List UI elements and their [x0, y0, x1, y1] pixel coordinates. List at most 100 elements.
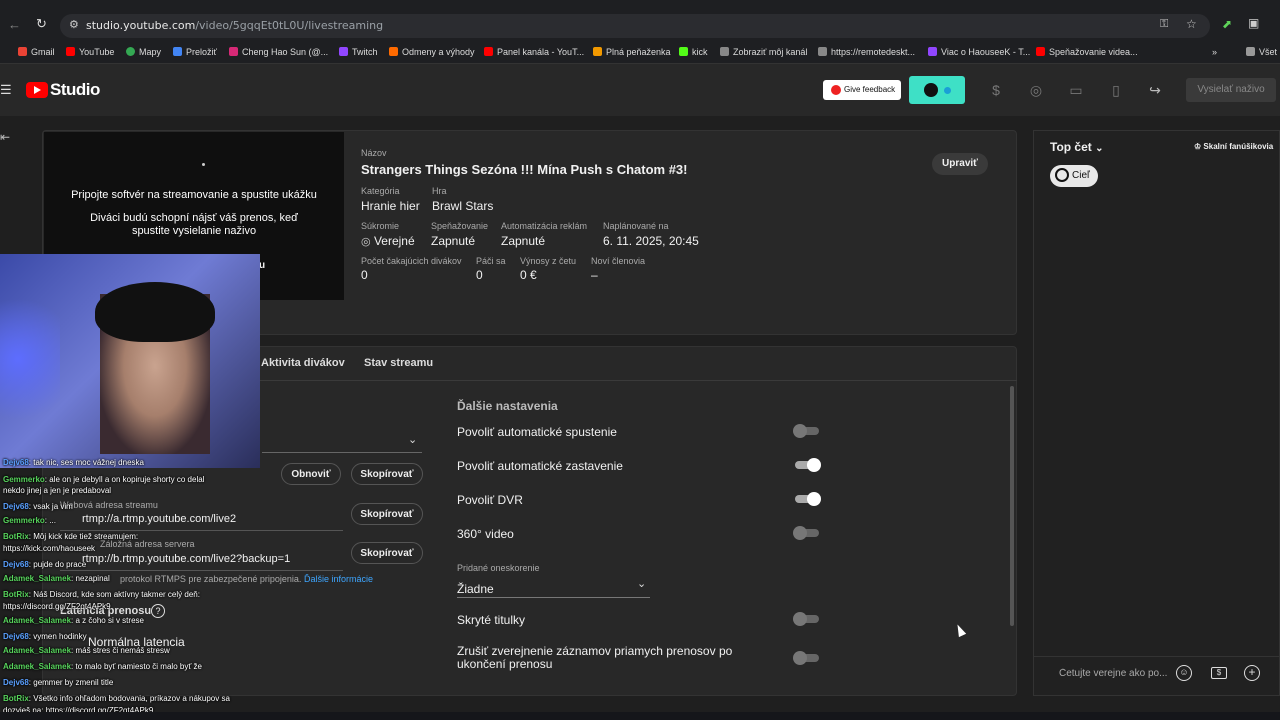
studio-logo[interactable]: Studio — [26, 80, 100, 100]
other-bookmarks[interactable]: Všet — [1246, 47, 1277, 57]
scheduled-label: Naplánované na — [603, 221, 669, 231]
bookmarks-bar: Gmail YouTube Mapy Preložiť Cheng Hao Su… — [0, 42, 1280, 64]
collapse-icon[interactable]: ⇤ — [0, 130, 10, 144]
chat-mode-select[interactable]: Top čet ⌄ — [1050, 140, 1104, 154]
unlist-toggle[interactable] — [793, 651, 819, 665]
chat-overlay-line: BotRix: Náš Discord, kde som aktívny tak… — [3, 590, 200, 599]
clapperboard-icon[interactable]: ▭ — [1068, 82, 1084, 98]
go-live-button[interactable]: Vysielať naživo — [1186, 78, 1276, 102]
edit-button[interactable]: Upraviť — [932, 153, 988, 175]
bookmark-remote[interactable]: https://remotedeskt... — [818, 47, 915, 57]
chat-overlay-message: : tak nic, ses moc vážnej dneska — [28, 458, 144, 467]
monetization-label: Speňažovanie — [431, 221, 489, 231]
add-icon[interactable]: + — [1244, 665, 1260, 681]
chat-overlay-line: Dejv68: vsak ja vim — [3, 502, 73, 511]
chat-overlay-username: Dejv68 — [3, 458, 29, 467]
puzzle-icon[interactable]: ▣ — [1248, 16, 1259, 30]
bookmark-penazenka[interactable]: Plná peňaženka — [593, 47, 671, 57]
extension-icon[interactable]: ⬈ — [1222, 17, 1232, 31]
monetization-icon[interactable]: $ — [988, 82, 1004, 98]
monetization-value: Zapnuté — [431, 234, 476, 248]
refresh-button[interactable]: Obnoviť — [281, 463, 341, 485]
give-feedback-button[interactable]: Give feedback — [823, 80, 901, 100]
bookmark-gmail[interactable]: Gmail — [18, 47, 55, 57]
video-360-label: 360° video — [457, 527, 514, 541]
tab-stream-health[interactable]: Stav streamu — [364, 357, 433, 369]
chat-overlay-message: : Náš Discord, kde som aktívny takmer ce… — [28, 590, 200, 599]
bookmark-kanal[interactable]: Zobraziť môj kanál — [720, 47, 807, 57]
globe-icon: ◎ — [361, 236, 371, 248]
dvr-label: Povoliť DVR — [457, 493, 523, 507]
dvr-toggle[interactable] — [795, 492, 821, 506]
bookmark-haouseek[interactable]: Viac o HaouseeK - T... — [928, 47, 1030, 57]
chat-overlay-line: Gemmerko: ... — [3, 516, 56, 525]
chat-overlay-message: : nezapinal — [71, 574, 110, 583]
chat-overlay-message: : máš stres či nemáš stresw — [71, 646, 170, 655]
copy-key-button[interactable]: Skopírovať — [351, 463, 423, 485]
bookmark-cheng[interactable]: Cheng Hao Sun (@... — [229, 47, 328, 57]
bookmarks-more[interactable]: » — [1212, 47, 1217, 57]
bookmark-spenazovanie[interactable]: Speňažovanie videa... — [1036, 47, 1138, 57]
chat-overlay-username: BotRix — [3, 590, 29, 599]
chat-overlay-message: : gemmer by zmenil title — [28, 678, 114, 687]
chat-overlay-message: https://discord.gg/ZF2qt4APk9 — [3, 602, 111, 611]
auto-stop-toggle[interactable] — [795, 458, 821, 472]
live-chat-panel — [1033, 130, 1280, 696]
crown-icon: ♔ — [1194, 142, 1202, 151]
chat-revenue-label: Výnosy z četu — [520, 256, 577, 266]
bookmark-twitch[interactable]: Twitch — [339, 47, 378, 57]
bookmark-youtube[interactable]: YouTube — [66, 47, 114, 57]
bookmark-icon[interactable]: ▯ — [1108, 82, 1124, 98]
more-settings-heading: Ďalšie nastavenia — [457, 399, 558, 413]
category-label: Kategória — [361, 186, 400, 196]
chat-input[interactable]: Četujte verejne ako po... — [1059, 668, 1169, 679]
chat-overlay-line: Dejv68: vymen hodinky — [3, 632, 87, 641]
back-icon[interactable]: ← — [8, 17, 21, 32]
menu-icon[interactable]: ☰ — [0, 82, 12, 98]
channel-avatar-icon — [924, 83, 938, 97]
super-chat-icon[interactable]: $ — [1211, 667, 1227, 679]
copy-url-button[interactable]: Skopírovať — [351, 503, 423, 525]
captions-toggle[interactable] — [793, 612, 819, 626]
stream-title: Strangers Things Sezóna !!! Mína Push s … — [361, 162, 688, 177]
bookmark-kick[interactable]: kick — [679, 47, 708, 57]
chat-overlay-message: : ale on je debyll a on kopiruje shorty … — [44, 475, 205, 484]
members-label: Noví členovia — [591, 256, 646, 266]
delay-select[interactable]: Žiadne ⌄ — [457, 578, 650, 598]
chat-overlay-message: : to malo byť namiesto či malo byť že — [71, 662, 202, 671]
url-host: studio.youtube.com — [86, 19, 196, 32]
live-control-button[interactable] — [909, 76, 965, 104]
ads-value: Zapnuté — [501, 234, 546, 248]
category-value: Hranie hier — [361, 199, 420, 213]
tab-viewer-activity[interactable]: Aktivita divákov — [261, 357, 345, 369]
chat-overlay-username: Dejv68 — [3, 560, 29, 569]
streamer-hair — [95, 282, 215, 342]
bookmark-prelozit[interactable]: Preložiť — [173, 47, 217, 57]
star-icon[interactable]: ☆ — [1186, 17, 1197, 31]
goal-button[interactable]: Cieľ — [1050, 165, 1098, 187]
superfans-button[interactable]: ♔ Skalní fanúšikovia — [1194, 142, 1273, 151]
chat-overlay-username: BotRix — [3, 694, 29, 703]
more-info-link[interactable]: Ďalšie informácie — [304, 574, 373, 584]
game-label: Hra — [432, 186, 447, 196]
stream-chat-overlay: Dejv68: tak nic, ses moc vážnej dneska Ge… — [0, 458, 270, 720]
site-info-icon[interactable]: ⚙ — [69, 18, 79, 31]
copy-backup-button[interactable]: Skopírovať — [351, 542, 423, 564]
bookmark-panel[interactable]: Panel kanála - YouT... — [484, 47, 584, 57]
chat-overlay-message: : vymen hodinky — [28, 632, 87, 641]
address-bar[interactable]: ⚙ studio.youtube.com/video/5gqqEt0tL0U/l… — [60, 14, 1210, 38]
chevron-down-icon[interactable]: ⌄ — [408, 433, 417, 446]
video-360-toggle[interactable] — [793, 526, 819, 540]
share-icon[interactable]: ↪ — [1147, 82, 1163, 98]
bookmark-mapy[interactable]: Mapy — [126, 47, 161, 57]
taskbar — [0, 712, 1280, 720]
auto-start-label: Povoliť automatické spustenie — [457, 425, 617, 439]
bookmark-odmeny[interactable]: Odmeny a výhody — [389, 47, 475, 57]
settings-scrollbar[interactable] — [1010, 386, 1014, 626]
chat-revenue-value: 0 € — [520, 268, 537, 282]
auto-start-toggle[interactable] — [793, 424, 819, 438]
revenue-icon[interactable]: ◎ — [1028, 82, 1044, 98]
key-icon[interactable]: ⚿ — [1160, 18, 1168, 31]
reload-icon[interactable]: ↻ — [36, 16, 47, 32]
emoji-icon[interactable]: ☺ — [1176, 665, 1192, 681]
